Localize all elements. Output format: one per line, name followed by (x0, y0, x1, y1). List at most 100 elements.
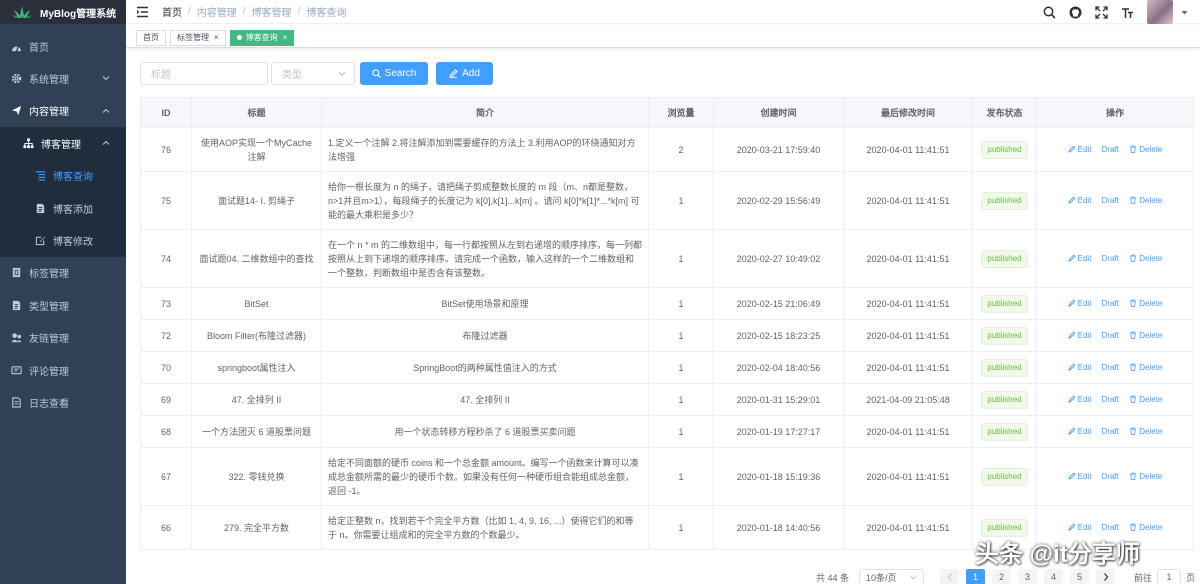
page-jumper: 前往 1 页 (1134, 569, 1195, 584)
draft-button[interactable]: Draft (1102, 523, 1119, 532)
page-button[interactable]: 3 (1018, 569, 1038, 584)
edit-label: Edit (1077, 254, 1092, 263)
cell-desc: 47. 全排列 II (321, 383, 649, 416)
sidebar-item-comments[interactable]: 评论管理 (0, 354, 126, 386)
breadcrumb-separator: / (297, 6, 301, 17)
sidebar-item-blog-edit[interactable]: 博客修改 (0, 224, 126, 257)
cell-views: 1 (648, 171, 714, 230)
table-row: 70 springboot属性注入 SpringBoot的两种属性值注入的方式 … (140, 351, 1194, 384)
column-header: ID (140, 97, 192, 128)
goto-input[interactable]: 1 (1157, 569, 1182, 584)
logo[interactable]: MyBlog管理系统 (0, 0, 126, 24)
draft-button[interactable]: Draft (1102, 427, 1119, 436)
edit-button[interactable]: Edit (1068, 331, 1091, 340)
avatar[interactable] (1147, 0, 1173, 24)
draft-button[interactable]: Draft (1102, 299, 1119, 308)
delete-button[interactable]: Delete (1129, 254, 1162, 263)
breadcrumb-item[interactable]: 首页 (162, 4, 182, 19)
search-icon (372, 69, 381, 78)
cell-views: 1 (648, 505, 714, 550)
sidebar-item-home[interactable]: 首页 (0, 30, 126, 62)
log-icon (10, 396, 22, 408)
page-button[interactable]: 5 (1070, 569, 1090, 584)
cell-desc: 给你一根长度为 n 的绳子，请把绳子剪成整数长度的 m 段（m、n都是整数，n>… (321, 171, 649, 230)
close-icon[interactable]: × (214, 31, 219, 45)
sidebar-item-links[interactable]: 友链管理 (0, 322, 126, 354)
edit-button[interactable]: Edit (1068, 299, 1091, 308)
edit-label: Edit (1077, 395, 1092, 404)
prev-page-button[interactable] (940, 569, 960, 584)
breadcrumb-item: 内容管理 (196, 8, 237, 19)
page-button[interactable]: 4 (1044, 569, 1064, 584)
sidebar-item-system[interactable]: 系统管理 (0, 62, 126, 94)
sidebar-item-types[interactable]: 类型管理 (0, 289, 126, 321)
list-icon (34, 170, 46, 182)
delete-button[interactable]: Delete (1129, 145, 1162, 154)
delete-button[interactable]: Delete (1129, 196, 1162, 205)
draft-button[interactable]: Draft (1102, 196, 1119, 205)
title-input[interactable]: 标题 (140, 62, 268, 85)
cell-status: published (972, 127, 1037, 172)
close-icon[interactable]: × (283, 31, 288, 45)
delete-button[interactable]: Delete (1129, 331, 1162, 340)
edit-button[interactable]: Edit (1068, 523, 1091, 532)
delete-button[interactable]: Delete (1129, 363, 1162, 372)
github-icon[interactable] (1069, 6, 1082, 19)
status-badge: published (981, 191, 1028, 210)
search-icon[interactable] (1043, 6, 1056, 19)
sidebar-item-blog-query[interactable]: 博客查询 (0, 159, 126, 192)
draft-button[interactable]: Draft (1102, 472, 1119, 481)
cell-created: 2020-02-27 10:49:02 (713, 229, 844, 288)
edit-button[interactable]: Edit (1068, 196, 1091, 205)
sidebar-item-blog[interactable]: 博客管理 (0, 127, 126, 160)
delete-button[interactable]: Delete (1129, 427, 1162, 436)
tag-blog-query[interactable]: 博客查询 × (229, 29, 295, 46)
chat-icon (10, 364, 22, 376)
draft-button[interactable]: Draft (1102, 254, 1119, 263)
sidebar-item-blog-add[interactable]: 博客添加 (0, 191, 126, 225)
delete-button[interactable]: Delete (1129, 299, 1162, 308)
cell-id: 67 (140, 447, 192, 506)
cell-desc: 在一个 n * m 的二维数组中，每一行都按照从左到右递增的顺序排序，每一列都按… (321, 229, 649, 288)
draft-button[interactable]: Draft (1102, 331, 1119, 340)
edit-button[interactable]: Edit (1068, 395, 1092, 404)
search-button[interactable]: Search (360, 62, 428, 85)
edit-button[interactable]: Edit (1068, 145, 1091, 154)
draft-button[interactable]: Draft (1102, 145, 1119, 154)
page-button[interactable]: 2 (992, 569, 1012, 584)
cell-created: 2020-02-15 21:06:49 (713, 287, 844, 320)
tag-home[interactable]: 首页 (136, 29, 166, 46)
page-size-select[interactable]: 10条/页 (859, 569, 925, 584)
sidebar-item-tags[interactable]: 标签管理 (0, 257, 126, 289)
breadcrumb: 首页 / 内容管理 / 博客管理 / 博客查询 (162, 4, 346, 19)
edit-button[interactable]: Edit (1068, 254, 1092, 263)
cell-desc: BitSet使用场景和原理 (321, 287, 649, 320)
sidebar-item-content[interactable]: 内容管理 (0, 95, 126, 127)
edit-icon (34, 235, 46, 247)
page-button[interactable]: 1 (966, 569, 986, 584)
hamburger-icon[interactable] (136, 5, 150, 19)
tag-tags-manage[interactable]: 标签管理 × (170, 29, 226, 46)
add-button[interactable]: Add (436, 62, 493, 85)
next-page-button[interactable] (1096, 569, 1116, 584)
delete-button[interactable]: Delete (1129, 472, 1162, 481)
table-row: 74 面试题04. 二维数组中的查找 在一个 n * m 的二维数组中，每一行都… (140, 229, 1194, 288)
edit-button[interactable]: Edit (1068, 363, 1091, 372)
tag-label: 首页 (143, 32, 159, 42)
type-select[interactable]: 类型 (271, 62, 355, 85)
draft-button[interactable]: Draft (1102, 363, 1119, 372)
caret-down-icon[interactable] (1181, 9, 1188, 16)
sidebar-item-logs[interactable]: 日志查看 (0, 386, 126, 418)
delete-button[interactable]: Delete (1129, 395, 1162, 404)
cell-modified: 2020-04-01 11:41:51 (843, 319, 973, 352)
draft-button[interactable]: Draft (1102, 395, 1119, 404)
goto-label: 前往 (1134, 572, 1153, 583)
cell-views: 1 (648, 415, 714, 448)
delete-label: Delete (1139, 523, 1163, 532)
delete-button[interactable]: Delete (1129, 523, 1162, 532)
cell-desc: 布隆过滤器 (321, 319, 649, 352)
text-size-icon[interactable] (1121, 6, 1134, 19)
edit-button[interactable]: Edit (1068, 472, 1091, 481)
edit-button[interactable]: Edit (1068, 427, 1091, 436)
fullscreen-icon[interactable] (1095, 5, 1108, 19)
